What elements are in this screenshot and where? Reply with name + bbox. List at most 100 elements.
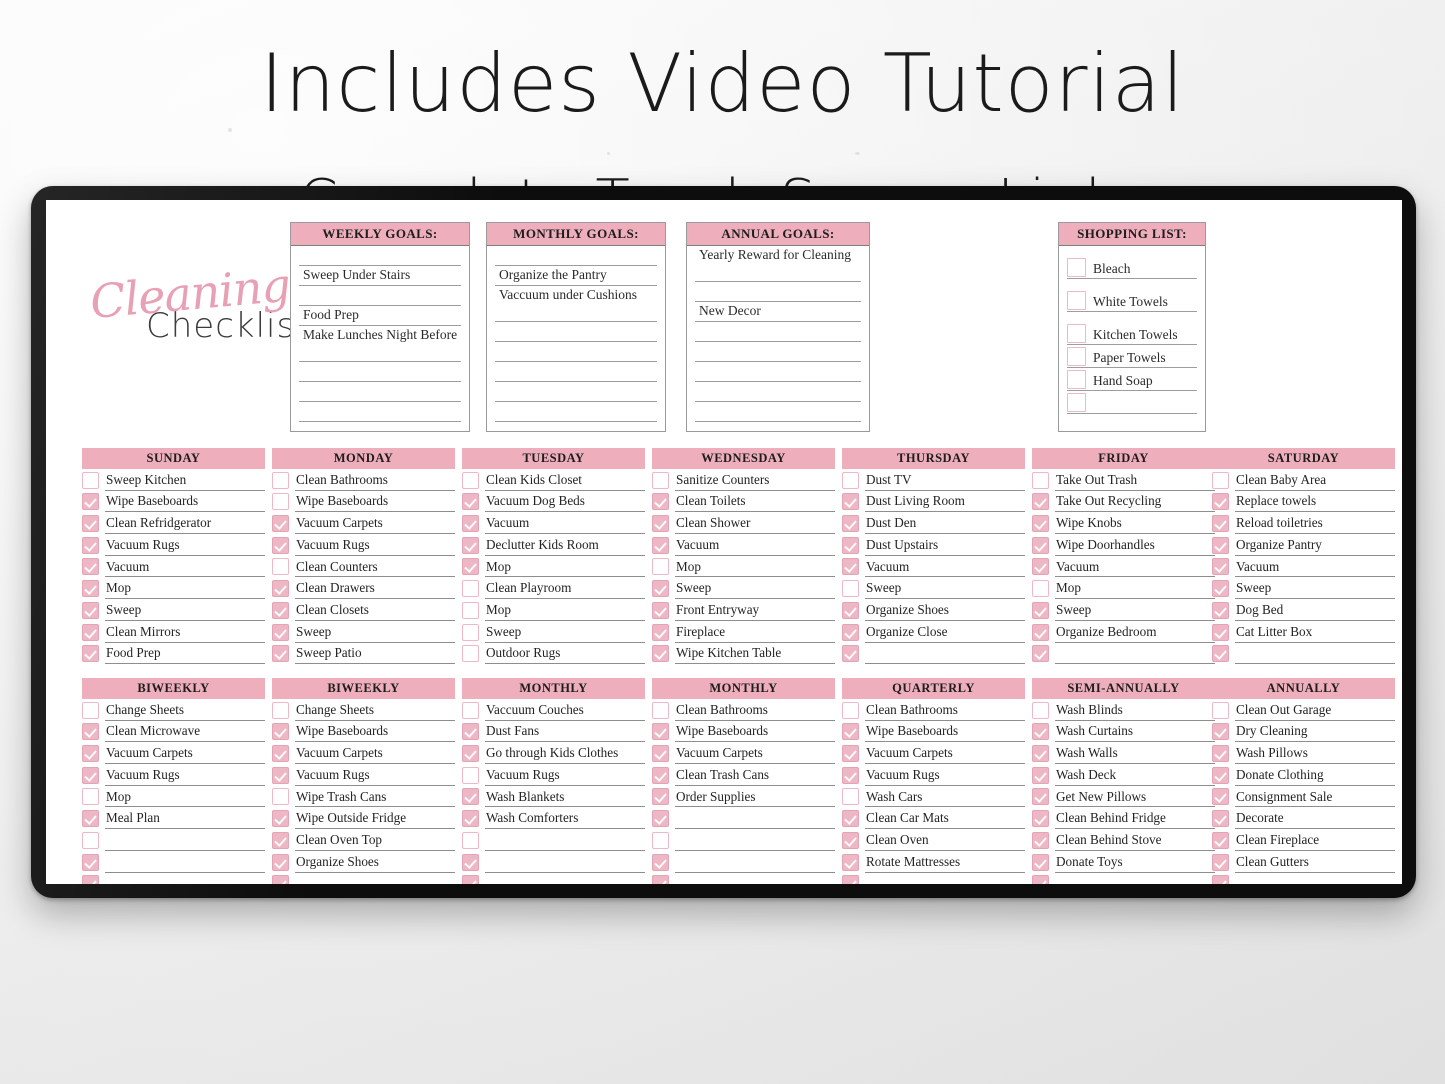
task-row[interactable]: Sweep bbox=[462, 621, 645, 643]
task-row[interactable]: Dog Bed bbox=[1212, 599, 1395, 621]
checkbox-checked-icon[interactable] bbox=[272, 853, 289, 871]
checkbox-checked-icon[interactable] bbox=[1212, 831, 1229, 849]
task-row[interactable]: Mop bbox=[462, 599, 645, 621]
checkbox-icon[interactable] bbox=[1032, 580, 1049, 598]
checkbox-checked-icon[interactable] bbox=[1032, 601, 1049, 619]
checkbox-checked-icon[interactable] bbox=[272, 580, 289, 598]
task-row[interactable]: Vaccuum Couches bbox=[462, 699, 645, 721]
checkbox-checked-icon[interactable] bbox=[272, 810, 289, 828]
checkbox-checked-icon[interactable] bbox=[82, 810, 99, 828]
task-row[interactable]: Clean Refridgerator bbox=[82, 512, 265, 535]
goal-row-empty[interactable] bbox=[495, 362, 657, 382]
task-row[interactable]: Mop bbox=[82, 577, 265, 600]
checkbox-checked-icon[interactable] bbox=[82, 645, 99, 663]
task-row[interactable]: Organize Pantry bbox=[1212, 534, 1395, 556]
checkbox-checked-icon[interactable] bbox=[272, 745, 289, 763]
goal-row-empty[interactable] bbox=[695, 362, 861, 382]
goal-row-empty[interactable] bbox=[299, 402, 461, 422]
checkbox-checked-icon[interactable] bbox=[652, 723, 669, 741]
checkbox-checked-icon[interactable] bbox=[842, 723, 859, 741]
checkbox-icon[interactable] bbox=[1212, 471, 1229, 489]
task-row[interactable]: Clean Drawers bbox=[272, 577, 455, 600]
checkbox-icon[interactable] bbox=[842, 580, 859, 598]
checkbox-icon[interactable] bbox=[272, 471, 289, 489]
task-row[interactable]: Clean Oven bbox=[842, 829, 1025, 851]
checkbox-icon[interactable] bbox=[82, 701, 99, 719]
checkbox-checked-icon[interactable] bbox=[462, 810, 479, 828]
checkbox-checked-icon[interactable] bbox=[82, 745, 99, 763]
goal-row[interactable]: Vaccuum under Cushions bbox=[495, 286, 657, 322]
checkbox-checked-icon[interactable] bbox=[272, 536, 289, 554]
checkbox-checked-icon[interactable] bbox=[652, 515, 669, 533]
checkbox-icon[interactable] bbox=[272, 788, 289, 806]
task-row[interactable]: Dry Cleaning bbox=[1212, 721, 1395, 743]
checkbox-icon[interactable] bbox=[462, 831, 479, 849]
task-row[interactable]: Wash Pillows bbox=[1212, 742, 1395, 765]
task-row[interactable]: Vacuum Carpets bbox=[82, 742, 265, 765]
checkbox-checked-icon[interactable] bbox=[1032, 788, 1049, 806]
goal-row-empty[interactable] bbox=[299, 246, 461, 266]
task-row[interactable]: Vacuum Rugs bbox=[842, 764, 1025, 786]
task-row[interactable]: Decorate bbox=[1212, 807, 1395, 830]
task-row[interactable]: Order Supplies bbox=[652, 786, 835, 808]
task-row[interactable]: Clean Shower bbox=[652, 512, 835, 535]
checkbox-checked-icon[interactable] bbox=[82, 723, 99, 741]
checkbox-checked-icon[interactable] bbox=[652, 853, 669, 871]
checkbox-checked-icon[interactable] bbox=[842, 810, 859, 828]
checkbox-checked-icon[interactable] bbox=[82, 515, 99, 533]
task-row[interactable]: Dust Upstairs bbox=[842, 534, 1025, 556]
task-row[interactable]: Meal Plan bbox=[82, 807, 265, 830]
checkbox-icon[interactable] bbox=[272, 558, 289, 576]
task-row[interactable]: Vacuum Rugs bbox=[82, 764, 265, 786]
checkbox-checked-icon[interactable] bbox=[1032, 645, 1049, 663]
checkbox-checked-icon[interactable] bbox=[842, 558, 859, 576]
shopping-list-item[interactable]: White Towels bbox=[1067, 279, 1197, 312]
task-row[interactable]: Wipe Baseboards bbox=[842, 721, 1025, 743]
checkbox-checked-icon[interactable] bbox=[652, 875, 669, 884]
task-row[interactable]: Wipe Baseboards bbox=[82, 491, 265, 513]
task-row[interactable]: Wipe Outside Fridge bbox=[272, 807, 455, 830]
task-row[interactable]: Vacuum Rugs bbox=[272, 764, 455, 786]
task-row[interactable]: Vacuum bbox=[462, 512, 645, 535]
goal-row[interactable]: Make Lunches Night Before bbox=[299, 326, 461, 362]
goal-row-empty[interactable] bbox=[495, 246, 657, 266]
task-row[interactable]: Mop bbox=[462, 556, 645, 578]
checkbox-checked-icon[interactable] bbox=[1032, 493, 1049, 511]
task-row[interactable]: Organize Bedroom bbox=[1032, 621, 1215, 643]
task-row[interactable]: Sweep Kitchen bbox=[82, 469, 265, 491]
task-row[interactable]: Clean Trash Cans bbox=[652, 764, 835, 786]
checkbox-icon[interactable] bbox=[462, 601, 479, 619]
checkbox-icon[interactable] bbox=[652, 471, 669, 489]
task-row[interactable] bbox=[652, 873, 835, 884]
task-row[interactable] bbox=[82, 873, 265, 884]
task-row[interactable]: Clean Fireplace bbox=[1212, 829, 1395, 851]
task-row[interactable]: Clean Playroom bbox=[462, 577, 645, 600]
task-row[interactable]: Clean Oven Top bbox=[272, 829, 455, 851]
checkbox-icon[interactable] bbox=[1067, 258, 1086, 277]
task-row[interactable]: Vacuum Carpets bbox=[272, 742, 455, 765]
goal-row-empty[interactable] bbox=[299, 286, 461, 306]
checkbox-icon[interactable] bbox=[652, 701, 669, 719]
goal-row-empty[interactable] bbox=[695, 322, 861, 342]
task-row[interactable]: Vacuum Carpets bbox=[842, 742, 1025, 765]
task-row[interactable]: Wipe Kitchen Table bbox=[652, 643, 835, 665]
checkbox-checked-icon[interactable] bbox=[652, 536, 669, 554]
checkbox-checked-icon[interactable] bbox=[82, 558, 99, 576]
goal-row-empty[interactable] bbox=[495, 382, 657, 402]
checkbox-icon[interactable] bbox=[1067, 324, 1086, 343]
checkbox-icon[interactable] bbox=[462, 623, 479, 641]
checkbox-checked-icon[interactable] bbox=[842, 831, 859, 849]
task-row[interactable]: Wash Blankets bbox=[462, 786, 645, 808]
checkbox-checked-icon[interactable] bbox=[1032, 623, 1049, 641]
checkbox-checked-icon[interactable] bbox=[1212, 766, 1229, 784]
task-row[interactable]: Vacuum Dog Beds bbox=[462, 491, 645, 513]
task-row[interactable]: Vacuum Rugs bbox=[272, 534, 455, 556]
checkbox-icon[interactable] bbox=[272, 493, 289, 511]
task-row[interactable]: Wash Blinds bbox=[1032, 699, 1215, 721]
checkbox-checked-icon[interactable] bbox=[1032, 536, 1049, 554]
task-row[interactable] bbox=[842, 873, 1025, 884]
checkbox-checked-icon[interactable] bbox=[652, 810, 669, 828]
checkbox-icon[interactable] bbox=[272, 701, 289, 719]
checkbox-checked-icon[interactable] bbox=[1212, 558, 1229, 576]
shopping-list-item[interactable]: Paper Towels bbox=[1067, 345, 1197, 368]
